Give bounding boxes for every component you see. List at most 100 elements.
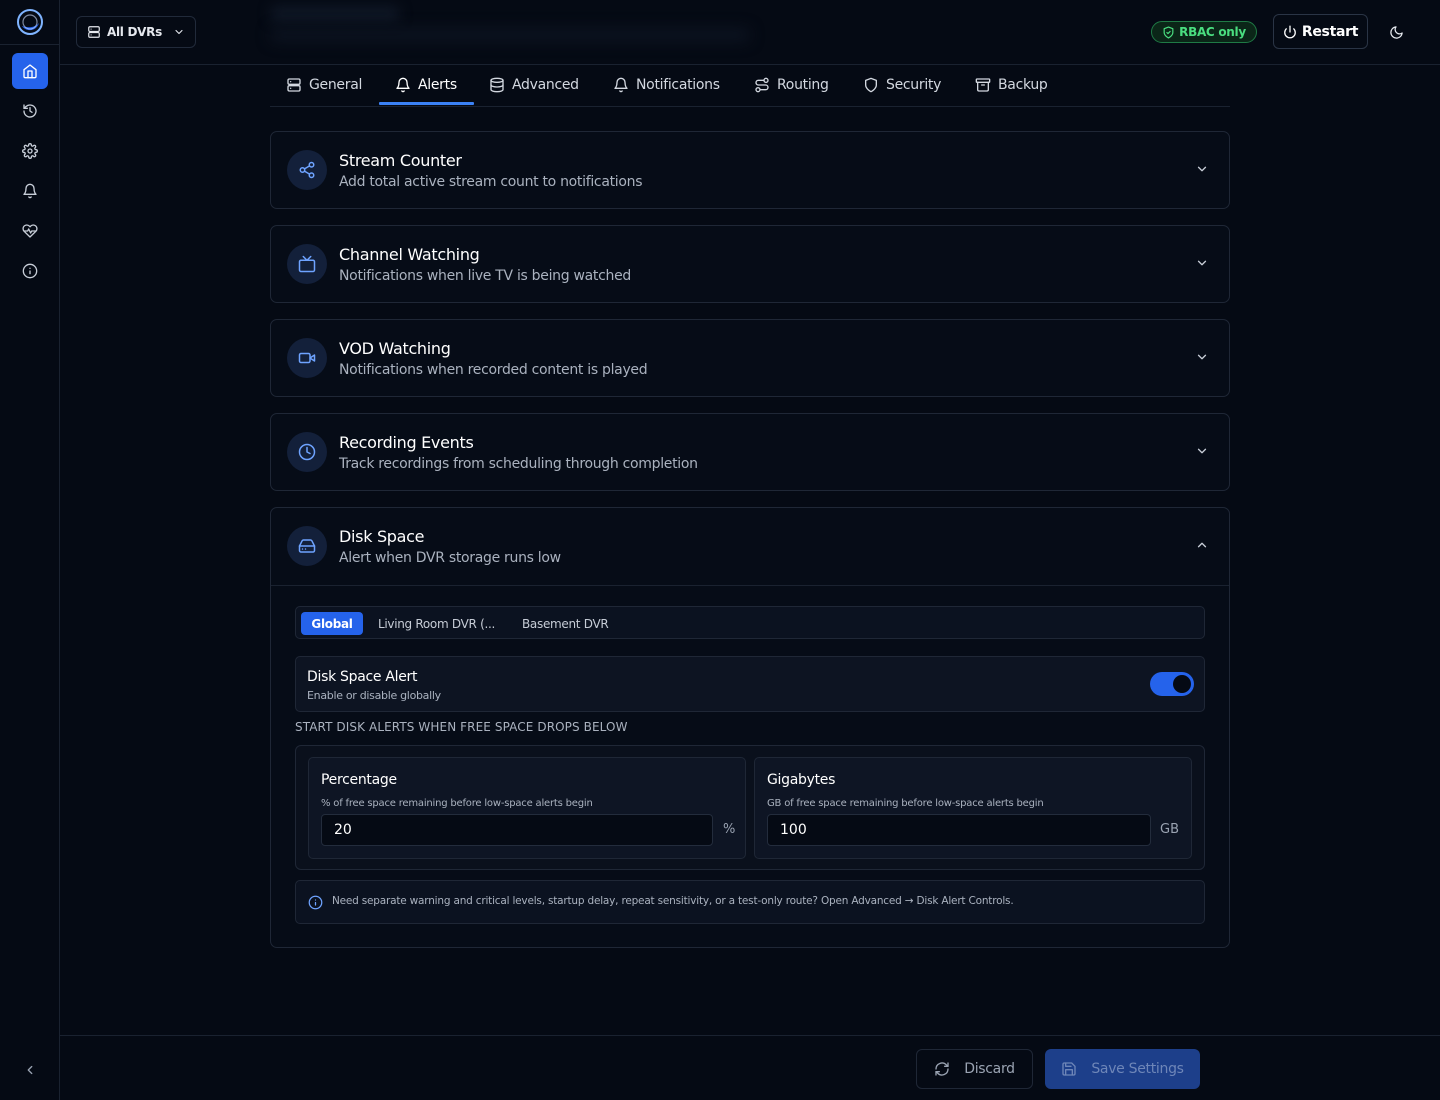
sidebar-collapse-button[interactable] xyxy=(18,1060,42,1080)
shield-check-icon xyxy=(1162,25,1175,39)
tab-alerts[interactable]: Alerts xyxy=(395,65,457,105)
chevron-up-icon xyxy=(1195,538,1209,552)
gigabytes-card: Gigabytes GB of free space remaining bef… xyxy=(754,757,1192,859)
percentage-card: Percentage % of free space remaining bef… xyxy=(308,757,746,859)
settings-tabs: General Alerts Advanced Notifications Ro… xyxy=(270,65,1230,107)
hard-drive-icon xyxy=(287,526,327,566)
rbac-badge: RBAC only xyxy=(1151,21,1257,43)
scope-global[interactable]: Global xyxy=(301,612,363,635)
panel-title: Recording Events xyxy=(339,433,474,452)
tab-backup[interactable]: Backup xyxy=(975,65,1048,105)
blurred-header-subtext xyxy=(270,28,750,42)
gigabytes-title: Gigabytes xyxy=(767,772,836,788)
rbac-badge-label: RBAC only xyxy=(1179,25,1246,39)
gigabytes-unit: GB xyxy=(1160,822,1179,837)
panel-recording-events: Recording Events Track recordings from s… xyxy=(270,413,1230,491)
chevron-left-icon xyxy=(23,1063,37,1077)
chevron-down-icon xyxy=(173,26,185,38)
info-icon xyxy=(22,263,38,279)
sidebar-item-settings[interactable] xyxy=(12,133,48,169)
history-icon xyxy=(22,103,38,119)
panel-subtitle: Notifications when recorded content is p… xyxy=(339,362,648,378)
scope-living-room-dvr[interactable]: Living Room DVR (... xyxy=(378,612,495,635)
threshold-container: Percentage % of free space remaining bef… xyxy=(295,745,1205,870)
bell-icon xyxy=(22,183,38,199)
threshold-section-label: START DISK ALERTS WHEN FREE SPACE DROPS … xyxy=(295,720,628,734)
dvr-scope-selector: Global Living Room DVR (... Basement DVR xyxy=(295,606,1205,639)
clock-icon xyxy=(287,432,327,472)
disk-space-alert-toggle[interactable] xyxy=(1150,672,1194,696)
chevron-down-icon xyxy=(1195,350,1209,364)
panel-header[interactable]: Stream Counter Add total active stream c… xyxy=(271,132,1229,208)
tab-label: Security xyxy=(886,77,942,93)
percentage-title: Percentage xyxy=(321,772,397,788)
tab-advanced[interactable]: Advanced xyxy=(489,65,579,105)
gigabytes-subtitle: GB of free space remaining before low-sp… xyxy=(767,798,1044,809)
panel-header[interactable]: Disk Space Alert when DVR storage runs l… xyxy=(271,508,1229,584)
footer-actions: Discard Save Settings xyxy=(60,1035,1440,1100)
chevron-down-icon xyxy=(1195,444,1209,458)
info-icon xyxy=(308,895,323,910)
dvr-selector[interactable]: All DVRs xyxy=(76,16,196,48)
home-icon xyxy=(22,63,38,79)
power-icon xyxy=(1283,25,1297,39)
panel-vod-watching: VOD Watching Notifications when recorded… xyxy=(270,319,1230,397)
gigabytes-input[interactable] xyxy=(767,814,1151,846)
server-icon xyxy=(286,77,302,93)
sidebar xyxy=(0,0,60,1100)
panel-header[interactable]: Channel Watching Notifications when live… xyxy=(271,226,1229,302)
tab-routing[interactable]: Routing xyxy=(754,65,829,105)
tab-label: Notifications xyxy=(636,77,720,93)
panel-header[interactable]: VOD Watching Notifications when recorded… xyxy=(271,320,1229,396)
sidebar-item-home[interactable] xyxy=(12,53,48,89)
share-icon xyxy=(287,150,327,190)
route-icon xyxy=(754,77,770,93)
active-tab-indicator xyxy=(379,102,474,105)
scope-basement-dvr[interactable]: Basement DVR xyxy=(522,612,609,635)
top-bar: All DVRs RBAC only Restart xyxy=(60,0,1440,65)
panel-channel-watching: Channel Watching Notifications when live… xyxy=(270,225,1230,303)
panel-title: VOD Watching xyxy=(339,339,451,358)
advanced-controls-text: Need separate warning and critical level… xyxy=(332,895,1014,907)
panel-header[interactable]: Recording Events Track recordings from s… xyxy=(271,414,1229,490)
panel-title: Disk Space xyxy=(339,527,425,546)
tab-notifications[interactable]: Notifications xyxy=(613,65,720,105)
app-logo-icon[interactable] xyxy=(16,8,44,36)
panel-subtitle: Track recordings from scheduling through… xyxy=(339,456,698,472)
advanced-controls-note: Need separate warning and critical level… xyxy=(295,880,1205,924)
theme-toggle-button[interactable] xyxy=(1386,22,1406,42)
toggle-title: Disk Space Alert xyxy=(307,669,418,685)
save-settings-button[interactable]: Save Settings xyxy=(1045,1049,1200,1089)
tab-security[interactable]: Security xyxy=(863,65,941,105)
archive-icon xyxy=(975,77,991,93)
restart-button[interactable]: Restart xyxy=(1273,14,1368,49)
tab-label: General xyxy=(309,77,363,93)
sidebar-item-history[interactable] xyxy=(12,93,48,129)
panel-title: Stream Counter xyxy=(339,151,462,170)
percentage-subtitle: % of free space remaining before low-spa… xyxy=(321,798,593,809)
dvr-selector-label: All DVRs xyxy=(107,25,162,39)
sidebar-divider xyxy=(0,44,60,45)
sidebar-item-about[interactable] xyxy=(12,253,48,289)
percentage-input[interactable] xyxy=(321,814,713,846)
chevron-down-icon xyxy=(1195,162,1209,176)
panel-disk-space: Disk Space Alert when DVR storage runs l… xyxy=(270,507,1230,948)
disk-space-alert-row: Disk Space Alert Enable or disable globa… xyxy=(295,656,1205,712)
tab-general[interactable]: General xyxy=(286,65,362,105)
tab-label: Backup xyxy=(998,77,1048,93)
database-icon xyxy=(489,77,505,93)
toggle-knob xyxy=(1173,675,1191,693)
panel-stream-counter: Stream Counter Add total active stream c… xyxy=(270,131,1230,209)
heart-pulse-icon xyxy=(22,223,38,239)
sidebar-item-alerts[interactable] xyxy=(12,173,48,209)
discard-button[interactable]: Discard xyxy=(916,1049,1033,1089)
tab-label: Routing xyxy=(777,77,829,93)
moon-icon xyxy=(1389,25,1404,40)
blurred-header-text xyxy=(270,6,400,22)
toggle-subtitle: Enable or disable globally xyxy=(307,689,441,702)
chevron-down-icon xyxy=(1195,256,1209,270)
bell-icon xyxy=(613,77,629,93)
sidebar-item-health[interactable] xyxy=(12,213,48,249)
restart-label: Restart xyxy=(1301,23,1359,40)
discard-label: Discard xyxy=(964,1061,1015,1077)
